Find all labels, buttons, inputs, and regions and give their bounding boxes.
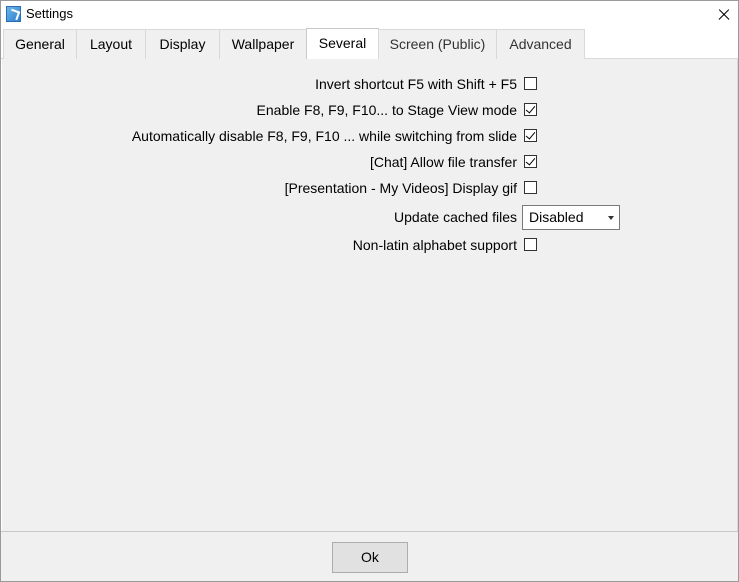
update-cached-label: Update cached files	[394, 209, 517, 225]
tab-layout[interactable]: Layout	[76, 29, 146, 59]
dialog-footer: Ok	[1, 531, 738, 581]
close-icon[interactable]	[708, 1, 738, 28]
tab-screen-public[interactable]: Screen (Public)	[378, 29, 497, 59]
option-row-non-latin: Non-latin alphabet support	[2, 236, 739, 256]
tab-general[interactable]: General	[3, 29, 77, 59]
auto-disable-checkbox[interactable]	[524, 129, 537, 142]
non-latin-label: Non-latin alphabet support	[352, 237, 517, 253]
display-gif-checkbox[interactable]	[524, 181, 537, 194]
invert-f5-checkbox[interactable]	[524, 77, 537, 90]
option-row-display-gif: [Presentation - My Videos] Display gif	[2, 179, 739, 199]
tab-wallpaper[interactable]: Wallpaper	[219, 29, 307, 59]
chat-transfer-label: [Chat] Allow file transfer	[369, 154, 517, 170]
window-title: Settings	[26, 6, 73, 21]
ok-button[interactable]: Ok	[332, 542, 408, 573]
update-cached-select[interactable]: Disabled	[522, 205, 620, 230]
title-bar: Settings	[1, 1, 738, 28]
update-cached-value: Disabled	[529, 209, 584, 225]
option-row-enable-f8: Enable F8, F9, F10... to Stage View mode	[2, 101, 739, 121]
enable-f8-checkbox[interactable]	[524, 103, 537, 116]
display-gif-label: [Presentation - My Videos] Display gif	[284, 180, 517, 196]
enable-f8-label: Enable F8, F9, F10... to Stage View mode	[256, 102, 517, 118]
auto-disable-label: Automatically disable F8, F9, F10 ... wh…	[131, 128, 517, 144]
tab-display[interactable]: Display	[145, 29, 220, 59]
settings-dialog: Settings General Layout Display Wallpape…	[0, 0, 739, 582]
app-icon	[6, 6, 21, 22]
chat-transfer-checkbox[interactable]	[524, 155, 537, 168]
tab-several[interactable]: Several	[306, 28, 379, 59]
chevron-down-icon	[608, 216, 614, 220]
tab-strip: General Layout Display Wallpaper Several…	[1, 28, 738, 59]
non-latin-checkbox[interactable]	[524, 238, 537, 251]
tab-advanced[interactable]: Advanced	[496, 29, 585, 59]
option-row-auto-disable: Automatically disable F8, F9, F10 ... wh…	[2, 127, 739, 147]
option-row-update-cached: Update cached files Disabled	[2, 205, 739, 230]
option-row-chat-transfer: [Chat] Allow file transfer	[2, 153, 739, 173]
option-row-invert-f5: Invert shortcut F5 with Shift + F5	[2, 75, 739, 95]
several-panel: Invert shortcut F5 with Shift + F5 Enabl…	[1, 59, 738, 531]
invert-f5-label: Invert shortcut F5 with Shift + F5	[315, 76, 517, 92]
